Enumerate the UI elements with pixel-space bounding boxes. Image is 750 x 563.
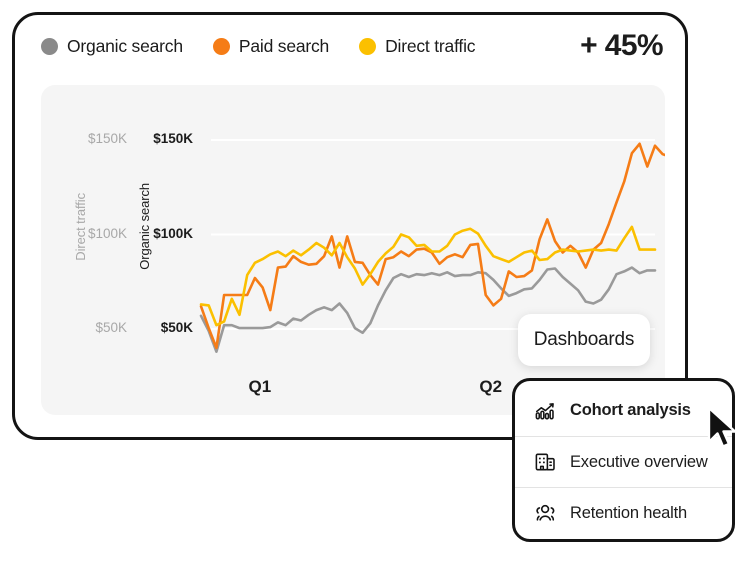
dashboards-button[interactable]: Dashboards <box>518 314 650 366</box>
dashboards-dropdown-menu: Cohort analysis Executive overview Reten… <box>512 378 735 542</box>
office-building-icon <box>533 450 557 474</box>
y-tick-right-150k: $150K <box>153 131 193 146</box>
x-tick-q1: Q1 <box>248 377 272 396</box>
growth-badge: + 45% <box>580 29 664 62</box>
menu-item-label-retention-health: Retention health <box>570 503 687 522</box>
y-tick-right-100k: $100K <box>153 225 193 241</box>
analytics-card: Organic search Paid search Direct traffi… <box>12 12 688 440</box>
legend-item-paid-search[interactable]: Paid search <box>212 35 330 57</box>
x-tick-q2: Q2 <box>479 377 503 396</box>
legend-label-direct-traffic: Direct traffic <box>385 35 476 56</box>
legend-item-organic-search[interactable]: Organic search <box>41 36 183 57</box>
circle-icon <box>359 37 377 55</box>
y-tick-right-50k: $50K <box>160 320 193 335</box>
y-tick-left-100k: $100K <box>87 225 127 241</box>
people-group-icon <box>533 501 557 525</box>
dashboards-button-label: Dashboards <box>533 329 635 350</box>
chart-legend: Organic search Paid search Direct traffi… <box>15 15 685 77</box>
y-tick-left-50k: $50K <box>95 320 127 335</box>
menu-item-cohort-analysis[interactable]: Cohort analysis <box>515 385 732 436</box>
legend-label-organic-search: Organic search <box>67 35 183 56</box>
bar-chart-trend-icon <box>533 399 557 423</box>
circle-icon <box>212 37 230 55</box>
menu-item-label-cohort-analysis: Cohort analysis <box>570 401 691 419</box>
y-tick-left-150k: $150K <box>87 131 127 146</box>
menu-item-label-executive-overview: Executive overview <box>570 452 708 471</box>
menu-item-executive-overview[interactable]: Executive overview <box>515 436 732 487</box>
legend-label-paid-search: Paid search <box>238 35 330 56</box>
legend-item-direct-traffic[interactable]: Direct traffic <box>359 35 476 57</box>
menu-item-retention-health[interactable]: Retention health <box>515 487 732 538</box>
circle-icon <box>41 37 58 55</box>
